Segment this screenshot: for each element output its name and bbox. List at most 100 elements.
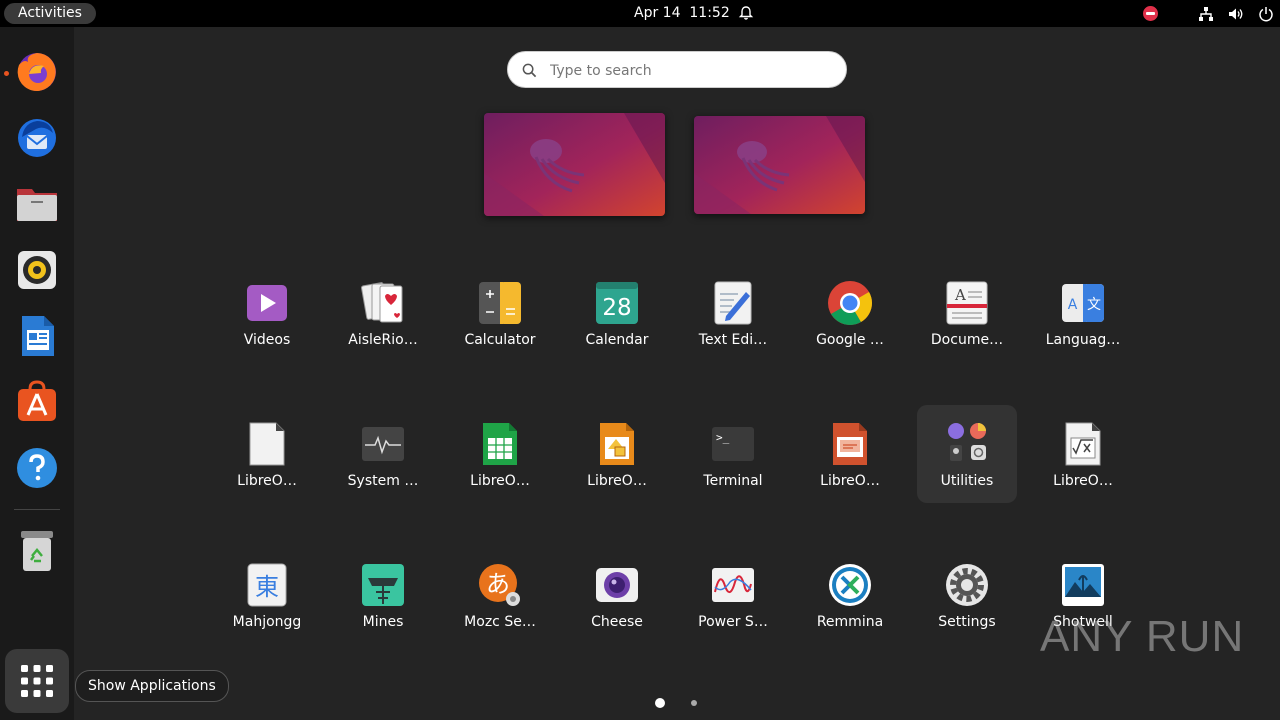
app-document-viewer[interactable]: A Docume… <box>917 270 1017 368</box>
page-indicator-2[interactable] <box>691 700 697 706</box>
dock-app-center[interactable] <box>8 373 66 431</box>
app-libreoffice-impress[interactable]: LibreO… <box>800 411 900 509</box>
show-applications-tooltip: Show Applications <box>75 670 229 702</box>
app-label: Power S… <box>698 614 768 630</box>
app-text-editor[interactable]: Text Edi… <box>683 270 783 368</box>
chrome-icon <box>828 281 872 325</box>
thunderbird-icon <box>18 119 56 157</box>
dock-separator <box>14 509 60 510</box>
app-label: LibreO… <box>1053 473 1113 489</box>
show-applications-button[interactable] <box>5 649 69 713</box>
playing-cards-icon <box>361 282 403 323</box>
svg-text:あ: あ <box>486 570 510 598</box>
search-input[interactable] <box>548 59 832 83</box>
trash-icon <box>21 531 53 571</box>
app-label: AisleRio… <box>348 332 418 348</box>
app-label: Videos <box>243 332 291 348</box>
remmina-icon <box>829 564 871 606</box>
dock-firefox[interactable] <box>8 43 66 101</box>
app-label: System … <box>347 473 419 489</box>
app-label: Calendar <box>585 332 649 348</box>
app-label: Mines <box>362 614 404 630</box>
app-mozc-setup[interactable]: あ Mozc Se… <box>450 552 550 650</box>
app-label: LibreO… <box>587 473 647 489</box>
dock-trash[interactable] <box>8 522 66 580</box>
app-label: Docume… <box>930 332 1004 348</box>
calendar-icon: 28 <box>596 282 638 324</box>
svg-text:>_: >_ <box>716 431 730 444</box>
app-label: Settings <box>938 614 996 630</box>
app-remmina[interactable]: Remmina <box>800 552 900 650</box>
jellyfish-wallpaper-image <box>484 113 665 216</box>
app-folder-utilities[interactable]: Utilities <box>917 405 1017 503</box>
terminal-icon: >_ <box>712 427 754 461</box>
workspace-thumbnail-1[interactable] <box>484 113 665 216</box>
app-label: Remmina <box>816 614 884 630</box>
app-settings[interactable]: Settings <box>917 552 1017 650</box>
app-google-chrome[interactable]: Google … <box>800 270 900 368</box>
app-cheese[interactable]: Cheese <box>567 552 667 650</box>
notification-bell-icon[interactable] <box>738 5 754 21</box>
workspace-thumbnail-2[interactable] <box>694 116 865 214</box>
network-icon[interactable] <box>1198 6 1214 22</box>
app-label: Text Edi… <box>698 332 768 348</box>
dock-libreoffice-writer[interactable] <box>8 307 66 365</box>
app-calculator[interactable]: Calculator <box>450 270 550 368</box>
app-label: Languag… <box>1045 332 1121 348</box>
app-libreoffice-draw[interactable]: LibreO… <box>567 411 667 509</box>
app-terminal[interactable]: >_ Terminal <box>683 411 783 509</box>
libreoffice-impress-icon <box>833 423 867 465</box>
svg-text:文: 文 <box>1087 297 1101 313</box>
language-icon: A 文 <box>1062 284 1104 322</box>
app-language-support[interactable]: A 文 Languag… <box>1033 270 1133 368</box>
app-label: LibreO… <box>470 473 530 489</box>
dock-help[interactable] <box>8 439 66 497</box>
calculator-icon <box>479 282 521 324</box>
volume-icon[interactable] <box>1228 6 1244 22</box>
dock-rhythmbox[interactable] <box>8 241 66 299</box>
system-monitor-icon <box>362 427 404 461</box>
jellyfish-wallpaper-image <box>694 116 865 214</box>
app-system-monitor[interactable]: System … <box>333 411 433 509</box>
text-editor-icon <box>714 281 752 325</box>
app-grid-icon <box>21 665 53 697</box>
app-power-statistics[interactable]: Power S… <box>683 552 783 650</box>
app-aisleriot[interactable]: AisleRio… <box>333 270 433 368</box>
dock-files[interactable] <box>8 175 66 233</box>
cheese-camera-icon <box>596 568 638 602</box>
dock <box>0 27 74 720</box>
app-label: LibreO… <box>820 473 880 489</box>
app-mines[interactable]: Mines <box>333 552 433 650</box>
app-mahjongg[interactable]: 東 Mahjongg <box>217 552 317 650</box>
search-box[interactable] <box>507 51 847 88</box>
clock[interactable]: Apr 14 11:52 <box>634 0 730 27</box>
power-icon[interactable] <box>1258 6 1274 22</box>
mozc-icon: あ <box>479 564 520 606</box>
dock-thunderbird[interactable] <box>8 109 66 167</box>
anyrun-watermark: ANY RUN <box>1040 612 1245 661</box>
firefox-icon <box>17 53 56 91</box>
svg-text:東: 東 <box>255 573 279 601</box>
help-question-icon <box>17 448 57 488</box>
page-indicator-1[interactable] <box>655 698 665 708</box>
files-folder-icon <box>17 189 57 221</box>
app-center-bag-icon <box>18 380 56 421</box>
app-label: Cheese <box>591 614 643 630</box>
app-label: Mahjongg <box>232 614 302 630</box>
clock-time: 11:52 <box>689 5 730 21</box>
stop-icon[interactable] <box>1143 6 1158 21</box>
app-calendar[interactable]: 28 Calendar <box>567 270 667 368</box>
libreoffice-calc-icon <box>483 423 517 465</box>
app-label: Calculator <box>464 332 536 348</box>
app-label: Mozc Se… <box>464 614 536 630</box>
app-libreoffice[interactable]: LibreO… <box>217 411 317 509</box>
app-libreoffice-math[interactable]: LibreO… <box>1033 411 1133 509</box>
top-bar: Activities Apr 14 11:52 <box>0 0 1280 27</box>
app-libreoffice-calc[interactable]: LibreO… <box>450 411 550 509</box>
libreoffice-draw-icon <box>600 423 634 465</box>
system-tray[interactable] <box>1143 0 1274 27</box>
app-videos[interactable]: Videos <box>217 270 317 368</box>
document-viewer-icon: A <box>946 281 988 325</box>
activities-button[interactable]: Activities <box>4 3 96 24</box>
libreoffice-math-icon <box>1065 422 1101 466</box>
